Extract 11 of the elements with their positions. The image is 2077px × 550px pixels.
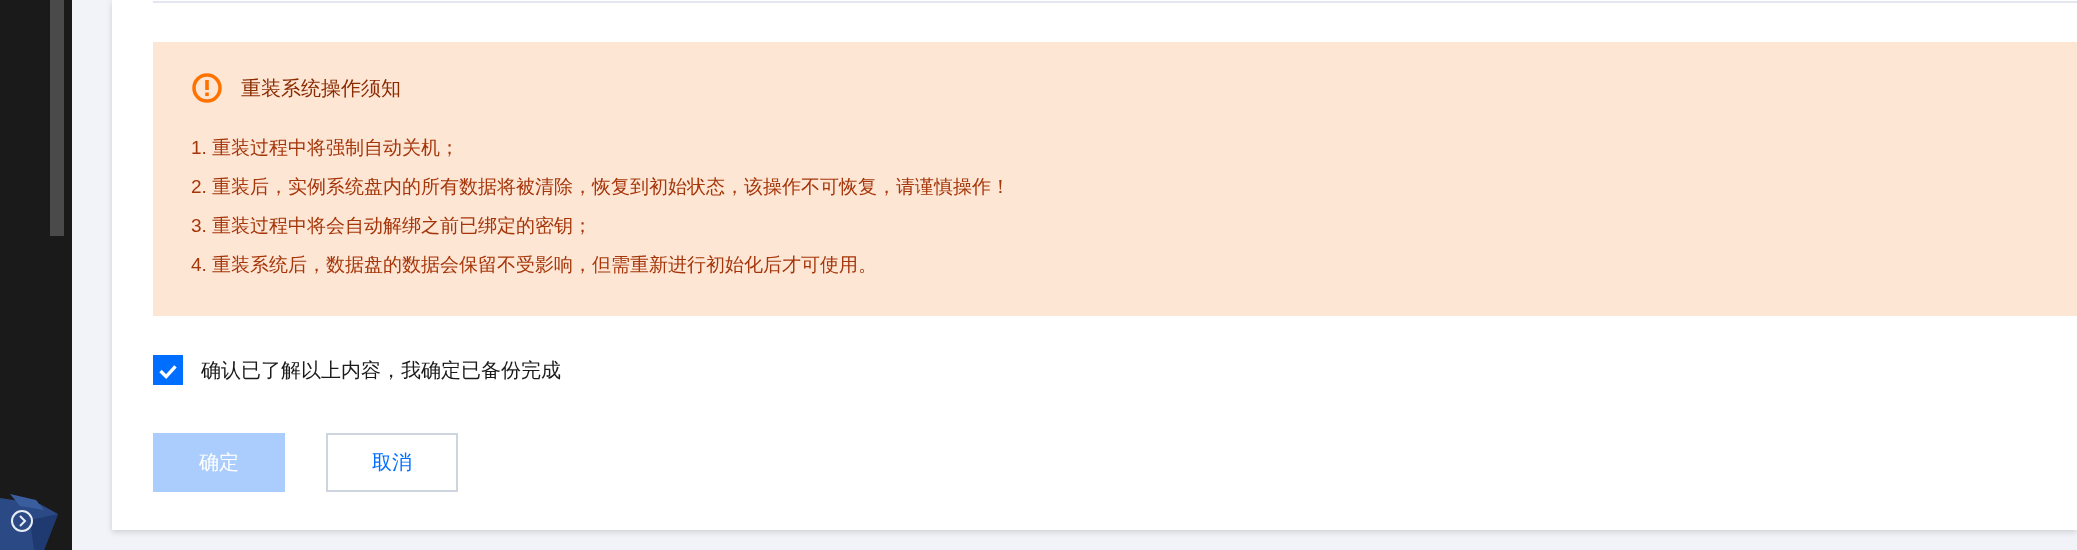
notice-title: 重装系统操作须知: [241, 75, 401, 101]
notice-item: 4. 重装系统后，数据盘的数据会保留不受影响，但需重新进行初始化后才可使用。: [191, 253, 879, 277]
cancel-button[interactable]: 取消: [326, 433, 458, 492]
scrollbar[interactable]: [50, 0, 64, 236]
checkbox-label: 确认已了解以上内容，我确定已备份完成: [201, 357, 561, 383]
notice-item: 2. 重装后，实例系统盘内的所有数据将被清除，恢复到初始状态，该操作不可恢复，请谨慎操作！: [191, 175, 1012, 199]
notice-item: 3. 重装过程中将会自动解绑之前已绑定的密钥；: [191, 214, 594, 238]
notice-item: 1. 重装过程中将强制自动关机；: [191, 136, 461, 160]
checkbox[interactable]: [153, 355, 183, 385]
chevron-circle-icon[interactable]: [10, 509, 34, 533]
warning-icon: [191, 72, 223, 104]
